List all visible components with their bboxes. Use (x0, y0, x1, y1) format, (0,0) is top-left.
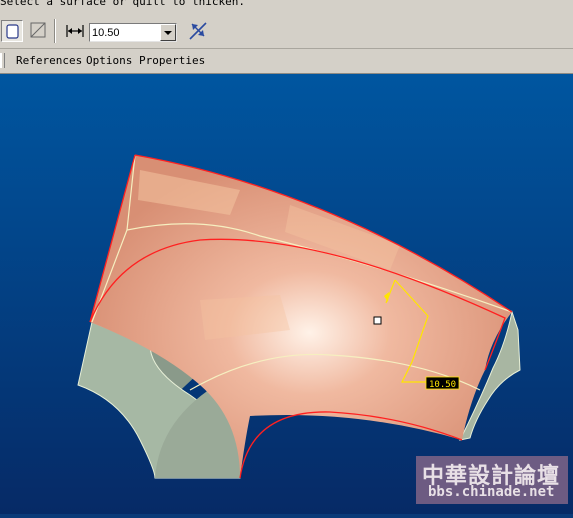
toolbar-separator (54, 19, 56, 43)
dimension-value[interactable]: 10.50 (429, 380, 456, 390)
dashboard-toolbar (0, 13, 573, 49)
drag-handle[interactable] (373, 316, 382, 325)
watermark: 中華設計論壇 bbs.chinade.net (416, 456, 568, 504)
flip-direction-button[interactable] (187, 20, 209, 42)
thickness-input[interactable] (92, 24, 156, 41)
solid-icon (6, 24, 19, 39)
tab-options[interactable]: Options (86, 54, 132, 67)
graphics-viewport[interactable]: 10.50 (0, 74, 573, 514)
dimension-arrows-icon (66, 25, 84, 37)
tab-references[interactable]: References (16, 54, 82, 67)
watermark-url: bbs.chinade.net (428, 484, 555, 500)
panel-handle[interactable] (0, 53, 5, 68)
model-view: 10.50 (0, 74, 573, 514)
flip-direction-icon (189, 22, 207, 40)
thickness-dimension-label (64, 20, 86, 42)
message-bar: Select a surface or quilt to thicken. (0, 0, 573, 13)
surface-type-button[interactable] (28, 20, 50, 42)
thickness-field[interactable] (89, 23, 177, 42)
solid-type-button[interactable] (1, 20, 23, 42)
prompt-message: Select a surface or quilt to thicken. (0, 0, 246, 8)
tab-properties[interactable]: Properties (139, 54, 205, 67)
surface-icon (30, 22, 46, 38)
slide-up-panel-tabs: References Options Properties (0, 49, 573, 74)
thickness-dropdown-button[interactable] (160, 24, 176, 41)
